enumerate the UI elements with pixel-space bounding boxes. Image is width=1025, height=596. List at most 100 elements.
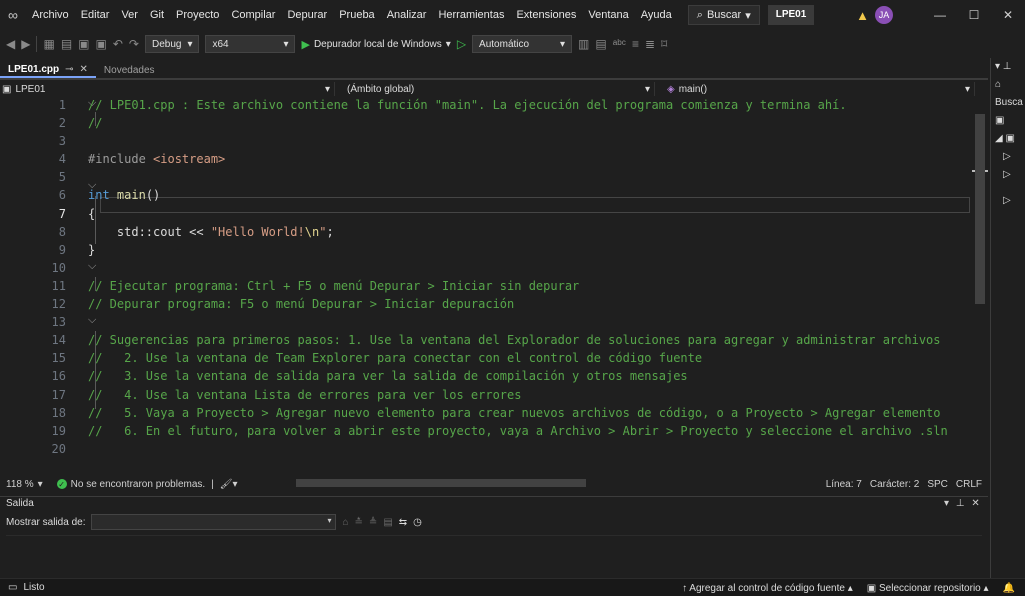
home-icon[interactable]: ⌂ bbox=[991, 76, 1025, 94]
open-folder-icon[interactable]: ▤ bbox=[61, 37, 72, 51]
code-line[interactable] bbox=[88, 313, 972, 331]
maximize-icon[interactable]: ☐ bbox=[957, 8, 991, 22]
pin-icon[interactable]: ⊸ bbox=[65, 64, 73, 75]
back-icon[interactable]: ◀ bbox=[6, 37, 15, 51]
menu-git[interactable]: Git bbox=[144, 0, 170, 30]
warning-icon[interactable]: ▲ bbox=[856, 8, 869, 23]
code-line[interactable]: int main() bbox=[88, 186, 972, 204]
menu-ayuda[interactable]: Ayuda bbox=[635, 0, 678, 30]
editor-vertical-scrollbar[interactable] bbox=[972, 96, 988, 474]
select-repository-button[interactable]: ▣ Seleccionar repositorio ▴ bbox=[867, 583, 989, 594]
code-line[interactable] bbox=[88, 440, 972, 458]
menu-editar[interactable]: Editar bbox=[75, 0, 116, 30]
code-line[interactable]: // Depurar programa: F5 o menú Depurar >… bbox=[88, 295, 972, 313]
code-line[interactable] bbox=[88, 132, 972, 150]
code-editor[interactable]: 1 2 3 4 5 6 7 8 9 10 11 12 13 14 15 16 17 18 19 20 ⌵ ⌵ ⌵ ⌵ … bbox=[0, 96, 988, 474]
new-project-icon[interactable]: ▦ bbox=[43, 37, 54, 51]
start-without-debugging-icon[interactable]: ▷ bbox=[457, 37, 466, 51]
tab-novedades[interactable]: Novedades bbox=[96, 62, 163, 78]
toolbar-icon-1[interactable]: ▥ bbox=[578, 37, 589, 51]
run-mode-select[interactable]: Automático ▾ bbox=[472, 35, 573, 53]
code-line[interactable]: // bbox=[88, 114, 972, 132]
tree-item[interactable]: ◢ ▣ bbox=[991, 130, 1025, 148]
menu-prueba[interactable]: Prueba bbox=[333, 0, 380, 30]
close-icon[interactable]: ✕ bbox=[971, 498, 979, 509]
tree-item[interactable]: ▷ bbox=[991, 166, 1025, 184]
code-line[interactable]: // 6. En el futuro, para volver a abrir … bbox=[88, 422, 972, 440]
code-line[interactable]: // Ejecutar programa: Ctrl + F5 o menú D… bbox=[88, 277, 972, 295]
output-text-area[interactable] bbox=[6, 535, 982, 575]
save-all-icon[interactable]: ▣ bbox=[96, 37, 107, 51]
code-line[interactable] bbox=[88, 259, 972, 277]
configuration-select[interactable]: Debug ▾ bbox=[144, 35, 200, 53]
output-window-icon[interactable]: ▭ bbox=[0, 582, 17, 593]
redo-icon[interactable]: ↷ bbox=[129, 37, 139, 51]
menu-ver[interactable]: Ver bbox=[115, 0, 144, 30]
tree-item[interactable]: ▷ bbox=[991, 148, 1025, 166]
comment-icon[interactable]: ≡ bbox=[632, 37, 639, 51]
menu-depurar[interactable]: Depurar bbox=[281, 0, 333, 30]
clock-icon[interactable]: ◷ bbox=[413, 517, 422, 528]
code-line[interactable]: { bbox=[88, 205, 972, 223]
menu-ventana[interactable]: Ventana bbox=[582, 0, 634, 30]
spellcheck-icon[interactable]: ᵃᵇᶜ bbox=[613, 37, 626, 51]
solution-icon[interactable]: ▣ bbox=[991, 112, 1025, 130]
add-to-source-control-button[interactable]: ↑ Agregar al control de código fuente ▴ bbox=[682, 583, 853, 594]
zoom-level[interactable]: 118 % bbox=[0, 479, 34, 490]
close-icon[interactable]: ✕ bbox=[991, 8, 1025, 22]
toolbar-icon-2[interactable]: ▤ bbox=[595, 37, 606, 51]
code-line[interactable]: // 4. Use la ventana Lista de errores pa… bbox=[88, 386, 972, 404]
notifications-bell-icon[interactable]: 🔔 bbox=[1003, 583, 1015, 594]
code-line[interactable]: // 3. Use la ventana de salida para ver … bbox=[88, 367, 972, 385]
code-area[interactable]: // LPE01.cpp : Este archivo contiene la … bbox=[88, 96, 972, 474]
problems-status[interactable]: No se encontraron problemas. bbox=[71, 479, 206, 490]
menu-compilar[interactable]: Compilar bbox=[225, 0, 281, 30]
code-line[interactable] bbox=[88, 168, 972, 186]
chevron-down-icon[interactable]: ▾ bbox=[38, 479, 43, 490]
project-dropdown[interactable]: ▣ LPE01 ▾ bbox=[0, 82, 335, 96]
menu-herramientas[interactable]: Herramientas bbox=[432, 0, 510, 30]
code-line[interactable]: // 5. Vaya a Proyecto > Agregar nuevo el… bbox=[88, 404, 972, 422]
forward-icon[interactable]: ▶ bbox=[21, 37, 30, 51]
minimize-icon[interactable]: — bbox=[923, 8, 957, 22]
menu-proyecto[interactable]: Proyecto bbox=[170, 0, 225, 30]
line-ending-indicator[interactable]: CRLF bbox=[956, 479, 982, 490]
uncomment-icon[interactable]: ≣ bbox=[645, 37, 655, 51]
menu-archivo[interactable]: Archivo bbox=[26, 0, 75, 30]
line-number: 11 bbox=[51, 278, 66, 293]
platform-select[interactable]: x64 ▾ bbox=[205, 35, 296, 53]
close-icon[interactable]: ✕ bbox=[80, 64, 88, 75]
search-button[interactable]: ⌕ Buscar ▾ bbox=[687, 5, 760, 25]
code-line[interactable]: // Sugerencias para primeros pasos: 1. U… bbox=[88, 331, 972, 349]
brush-icon[interactable]: 🖌▾ bbox=[220, 479, 238, 490]
undo-icon[interactable]: ↶ bbox=[113, 37, 123, 51]
code-line[interactable]: #include <iostream> bbox=[88, 150, 972, 168]
member-dropdown[interactable]: ◈ main() ▾ bbox=[655, 82, 975, 96]
editor-horizontal-scrollbar[interactable] bbox=[296, 479, 586, 487]
code-line[interactable]: // LPE01.cpp : Este archivo contiene la … bbox=[88, 96, 972, 114]
avatar[interactable]: JA bbox=[875, 6, 893, 24]
find-message-icon[interactable]: ⌂ bbox=[342, 517, 348, 528]
tree-item[interactable]: ▷ bbox=[991, 192, 1025, 210]
code-line[interactable]: } bbox=[88, 241, 972, 259]
chevron-down-icon: ▾ bbox=[745, 9, 751, 22]
code-line[interactable]: // 2. Use la ventana de Team Explorer pa… bbox=[88, 349, 972, 367]
tab-lpe01-cpp[interactable]: LPE01.cpp ⊸ ✕ bbox=[0, 62, 96, 78]
start-debugging-button[interactable]: ▶ Depurador local de Windows ▾ bbox=[301, 38, 450, 51]
bookmark-icon[interactable]: ⌑ bbox=[661, 37, 667, 51]
chevron-down-icon[interactable]: ▾ bbox=[944, 498, 949, 509]
side-search-input[interactable]: Busca bbox=[991, 94, 1025, 112]
prev-message-icon[interactable]: ≛ bbox=[355, 517, 363, 528]
whitespace-indicator[interactable]: SPC bbox=[927, 479, 948, 490]
menu-analizar[interactable]: Analizar bbox=[381, 0, 433, 30]
clear-all-icon[interactable]: ▤ bbox=[383, 517, 392, 528]
output-source-select[interactable]: ▾ bbox=[91, 514, 337, 530]
scope-dropdown[interactable]: (Ámbito global) ▾ bbox=[335, 82, 655, 96]
pin-icon[interactable]: ⊥ bbox=[956, 498, 965, 509]
scrollbar-thumb[interactable] bbox=[975, 114, 985, 304]
next-message-icon[interactable]: ≜ bbox=[369, 517, 377, 528]
save-icon[interactable]: ▣ bbox=[78, 37, 89, 51]
menu-extensiones[interactable]: Extensiones bbox=[510, 0, 582, 30]
code-line[interactable]: std::cout << "Hello World!\n"; bbox=[88, 223, 972, 241]
word-wrap-icon[interactable]: ⇆ bbox=[399, 517, 407, 528]
